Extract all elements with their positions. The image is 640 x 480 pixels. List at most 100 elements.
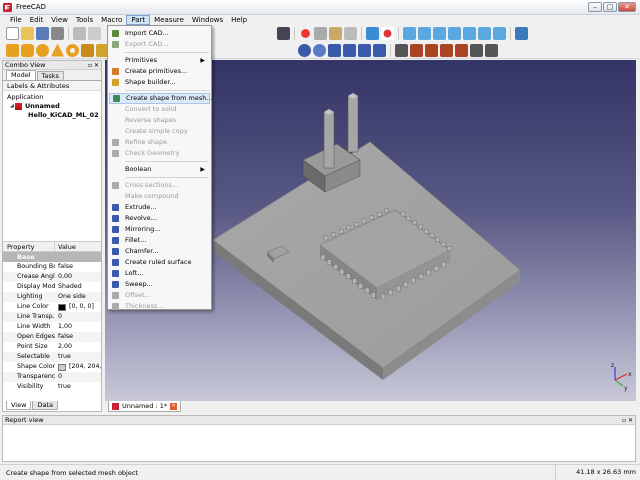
save-icon[interactable] <box>36 27 49 40</box>
property-value[interactable]: [0, 0, 0] <box>55 302 101 312</box>
menu-item-fillet[interactable]: Fillet... <box>108 235 211 246</box>
property-row[interactable]: Line Transp... 0 <box>3 312 101 322</box>
draw-style-icon[interactable] <box>381 27 394 40</box>
property-row[interactable]: Crease Angle 0,00 <box>3 272 101 282</box>
copy-icon[interactable] <box>88 27 101 40</box>
common-icon[interactable] <box>343 43 356 57</box>
menu-item-loft[interactable]: Loft... <box>108 268 211 279</box>
open-folder-icon[interactable] <box>21 27 34 40</box>
property-value[interactable]: true <box>55 352 101 362</box>
property-value[interactable]: 1,00 <box>55 322 101 332</box>
fit-all-icon[interactable] <box>366 27 379 40</box>
menu-item-chamfer[interactable]: Chamfer... <box>108 246 211 257</box>
property-row[interactable]: Open Edges false <box>3 332 101 342</box>
property-row[interactable]: Bounding Boxfalse <box>3 262 101 272</box>
property-row[interactable]: Shape Color [204, 204, 2... <box>3 362 101 372</box>
menu-item-create-primitives[interactable]: Create primitives... <box>108 66 211 77</box>
view-isometric-icon[interactable] <box>403 27 416 40</box>
value-column-header[interactable]: Value <box>55 242 76 251</box>
menu-item-mirroring[interactable]: Mirroring... <box>108 224 211 235</box>
cylinder-primitive-icon[interactable] <box>21 43 34 57</box>
menu-item-create-shape-from-mesh[interactable]: Create shape from mesh... <box>109 93 213 104</box>
tab-model[interactable]: Model <box>6 70 36 80</box>
tab-data[interactable]: Data <box>32 401 58 410</box>
close-tab-icon[interactable]: ✕ <box>170 402 178 410</box>
fillet-icon[interactable] <box>440 43 453 57</box>
property-group-base[interactable]: Base <box>3 252 101 262</box>
panel-float-close-icon[interactable]: ▫ ✕ <box>622 416 633 425</box>
run-macro-icon[interactable] <box>344 27 357 40</box>
property-row[interactable]: Lighting One side <box>3 292 101 302</box>
revolve-icon[interactable] <box>410 43 423 57</box>
measure-icon[interactable] <box>515 27 528 40</box>
stop-macro-icon[interactable] <box>314 27 327 40</box>
extrude-icon[interactable] <box>395 43 408 57</box>
edit-macro-icon[interactable] <box>329 27 342 40</box>
property-value[interactable]: 0,00 <box>55 272 101 282</box>
cut-shape-icon[interactable] <box>313 43 326 57</box>
property-row[interactable]: Line Width 1,00 <box>3 322 101 332</box>
torus-primitive-icon[interactable] <box>66 43 79 57</box>
menu-item-revolve[interactable]: Revolve... <box>108 213 211 224</box>
menu-macro[interactable]: Macro <box>97 15 126 25</box>
menu-measure[interactable]: Measure <box>150 15 188 25</box>
tree-document[interactable]: ◢ Unnamed <box>7 102 97 111</box>
property-row[interactable]: Selectable true <box>3 352 101 362</box>
property-value[interactable]: 0 <box>55 312 101 322</box>
menu-part[interactable]: Part <box>126 15 151 25</box>
cross-sections-icon[interactable] <box>373 43 386 57</box>
property-value[interactable]: false <box>55 332 101 342</box>
tree-object[interactable]: Hello_KiCAD_ML_02 <box>7 111 99 120</box>
panel-float-close-icon[interactable]: ▫ ✕ <box>88 61 99 70</box>
create-primitives-icon[interactable] <box>81 43 94 57</box>
property-row[interactable]: Display ModeShaded <box>3 282 101 292</box>
menu-item-create-ruled-surface[interactable]: Create ruled surface <box>108 257 211 268</box>
view-left-icon[interactable] <box>493 27 506 40</box>
view-bottom-icon[interactable] <box>478 27 491 40</box>
property-row[interactable]: Point Size 2,00 <box>3 342 101 352</box>
property-value[interactable]: [204, 204, 2... <box>55 362 101 372</box>
menu-edit[interactable]: Edit <box>26 15 48 25</box>
print-icon[interactable] <box>51 27 64 40</box>
cut-icon[interactable] <box>73 27 86 40</box>
property-value[interactable]: false <box>55 262 101 272</box>
tree-root[interactable]: Application <box>7 93 97 102</box>
close-button[interactable]: ✕ <box>618 2 636 12</box>
menu-windows[interactable]: Windows <box>188 15 227 25</box>
fuse-icon[interactable] <box>328 43 341 57</box>
loft-icon[interactable] <box>485 43 498 57</box>
property-value[interactable]: true <box>55 382 101 392</box>
menu-item-boolean[interactable]: Boolean ▶ <box>108 164 211 175</box>
view-top-icon[interactable] <box>433 27 446 40</box>
minimize-button[interactable]: – <box>588 2 602 12</box>
menu-item-shape-builder[interactable]: Shape builder... <box>108 77 211 88</box>
color-swatch[interactable] <box>58 363 66 371</box>
tab-view[interactable]: View <box>6 401 32 410</box>
menu-help[interactable]: Help <box>227 15 251 25</box>
chamfer-icon[interactable] <box>455 43 468 57</box>
property-row[interactable]: Line Color [0, 0, 0] <box>3 302 101 312</box>
view-rear-icon[interactable] <box>463 27 476 40</box>
property-row[interactable]: Visibility true <box>3 382 101 392</box>
maximize-button[interactable]: □ <box>603 2 617 12</box>
view-front-icon[interactable] <box>418 27 431 40</box>
whats-this-icon[interactable] <box>277 27 290 40</box>
mirror-icon[interactable] <box>425 43 438 57</box>
sphere-primitive-icon[interactable] <box>36 43 49 57</box>
property-value[interactable]: 2,00 <box>55 342 101 352</box>
tab-tasks[interactable]: Tasks <box>36 71 64 80</box>
menu-item-extrude[interactable]: Extrude... <box>108 202 211 213</box>
boolean-icon[interactable] <box>298 43 311 57</box>
new-document-icon[interactable] <box>6 27 19 40</box>
property-row[interactable]: Transparency 0 <box>3 372 101 382</box>
menu-item-import-cad[interactable]: Import CAD... <box>108 28 211 39</box>
color-swatch[interactable] <box>58 303 66 311</box>
menu-view[interactable]: View <box>47 15 72 25</box>
menu-tools[interactable]: Tools <box>72 15 97 25</box>
menu-item-primitives[interactable]: Primitives ▶ <box>108 55 211 66</box>
property-column-header[interactable]: Property <box>3 242 55 251</box>
document-tab-unnamed[interactable]: Unnamed : 1* ✕ <box>108 401 182 412</box>
box-primitive-icon[interactable] <box>6 43 19 57</box>
property-value[interactable]: 0 <box>55 372 101 382</box>
view-right-icon[interactable] <box>448 27 461 40</box>
